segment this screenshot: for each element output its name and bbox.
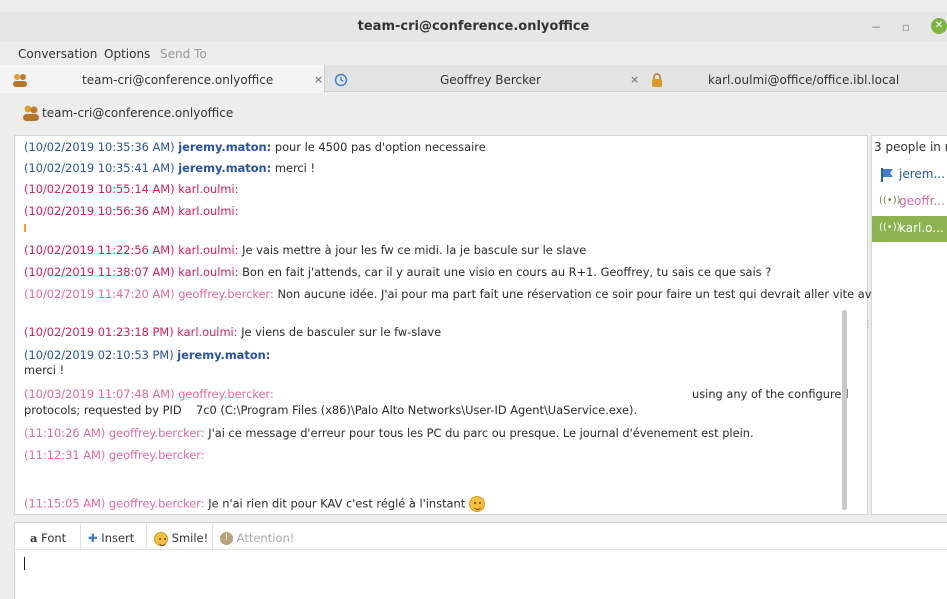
chat-message: (10/02/2019 10:35:41 AM) jeremy.maton: m… bbox=[24, 161, 316, 175]
attention-icon: ! bbox=[220, 532, 233, 545]
chat-message: (10/02/2019 11:47:20 AM) geoffrey.bercke… bbox=[24, 287, 885, 301]
font-button[interactable]: a Font bbox=[30, 530, 66, 546]
redacted-mark bbox=[24, 224, 26, 232]
toolbar-separator bbox=[146, 524, 147, 549]
plus-icon: ✚ bbox=[88, 531, 98, 545]
chat-message: (10/02/2019 10:55:14 AM) karl.oulmi: bbox=[24, 182, 239, 196]
close-button[interactable]: ✕ bbox=[931, 18, 947, 34]
smiley-emoticon-icon bbox=[469, 496, 486, 512]
tab-close-icon[interactable]: × bbox=[314, 72, 323, 88]
restore-button[interactable]: ▫ bbox=[898, 19, 914, 35]
participant-karl[interactable]: ((•)) karl.o... bbox=[872, 216, 947, 242]
tab-label[interactable]: karl.oulmi@office/office.ibl.local bbox=[708, 72, 899, 88]
chat-message: (11:12:31 AM) geoffrey.bercker: bbox=[24, 448, 205, 462]
participant-geoffrey[interactable]: ((•)) geoffr... bbox=[872, 189, 947, 215]
group-chat-icon bbox=[23, 105, 39, 121]
broadcast-icon: ((•)) bbox=[879, 222, 901, 233]
room-title: team-cri@conference.onlyoffice bbox=[42, 106, 234, 120]
lock-icon bbox=[652, 73, 662, 87]
chat-message-fragment: using any of the configured bbox=[692, 387, 849, 401]
smiley-icon bbox=[154, 531, 168, 546]
tab-close-icon[interactable]: × bbox=[630, 72, 639, 88]
chat-message: (10/02/2019 11:22:56 AM) karl.oulmi: Je … bbox=[24, 243, 587, 257]
pane-splitter[interactable]: ⋮ bbox=[864, 320, 873, 332]
toolbar-separator bbox=[212, 524, 213, 549]
window-title: team-cri@conference.onlyoffice bbox=[357, 19, 590, 34]
minimize-button[interactable]: − bbox=[868, 19, 884, 35]
chat-message: (10/02/2019 02:10:53 PM) jeremy.maton: bbox=[24, 348, 271, 362]
broadcast-icon: ((•)) bbox=[879, 195, 901, 206]
attention-button[interactable]: ! Attention! bbox=[220, 530, 294, 546]
chat-message: (10/03/2019 11:07:48 AM) geoffrey.bercke… bbox=[24, 387, 274, 401]
tab-label[interactable]: Geoffrey Bercker bbox=[440, 72, 541, 88]
menu-conversation[interactable]: Conversation bbox=[18, 46, 97, 62]
chat-message: (10/02/2019 10:35:36 AM) jeremy.maton: p… bbox=[24, 140, 486, 154]
group-chat-icon bbox=[13, 74, 27, 87]
chat-message: (11:15:05 AM) geoffrey.bercker: Je n'ai … bbox=[24, 496, 486, 512]
smile-button[interactable]: Smile! bbox=[154, 530, 208, 546]
chat-message: (10/02/2019 10:56:36 AM) karl.oulmi: bbox=[24, 204, 239, 218]
chat-message-continuation: 7c0 (C:\Program Files (x86)\Palo Alto Ne… bbox=[196, 403, 638, 417]
chat-scrollbar-thumb[interactable] bbox=[842, 310, 847, 510]
chat-message: (10/02/2019 11:38:07 AM) karl.oulmi: Bon… bbox=[24, 265, 772, 279]
menu-options[interactable]: Options bbox=[104, 46, 150, 62]
menu-send-to[interactable]: Send To bbox=[160, 46, 207, 62]
insert-button[interactable]: ✚ Insert bbox=[88, 530, 134, 546]
font-icon: a bbox=[30, 531, 38, 545]
clock-icon bbox=[334, 73, 348, 87]
compose-toolbar-divider bbox=[15, 549, 947, 550]
chat-message-continuation: protocols; requested by PID bbox=[24, 403, 182, 417]
participants-count: 3 people in r... bbox=[874, 140, 947, 154]
tab-label[interactable]: team-cri@conference.onlyoffice bbox=[82, 72, 273, 88]
chat-message: (11:10:26 AM) geoffrey.bercker: J'ai ce … bbox=[24, 426, 754, 440]
participant-jeremy[interactable]: jerem... bbox=[872, 162, 947, 188]
flag-icon bbox=[881, 168, 893, 182]
chat-message: (10/02/2019 01:23:18 PM) karl.oulmi: Je … bbox=[24, 325, 442, 339]
toolbar-separator bbox=[80, 524, 81, 549]
chat-message-continuation: merci ! bbox=[24, 363, 65, 377]
text-caret bbox=[24, 557, 25, 570]
